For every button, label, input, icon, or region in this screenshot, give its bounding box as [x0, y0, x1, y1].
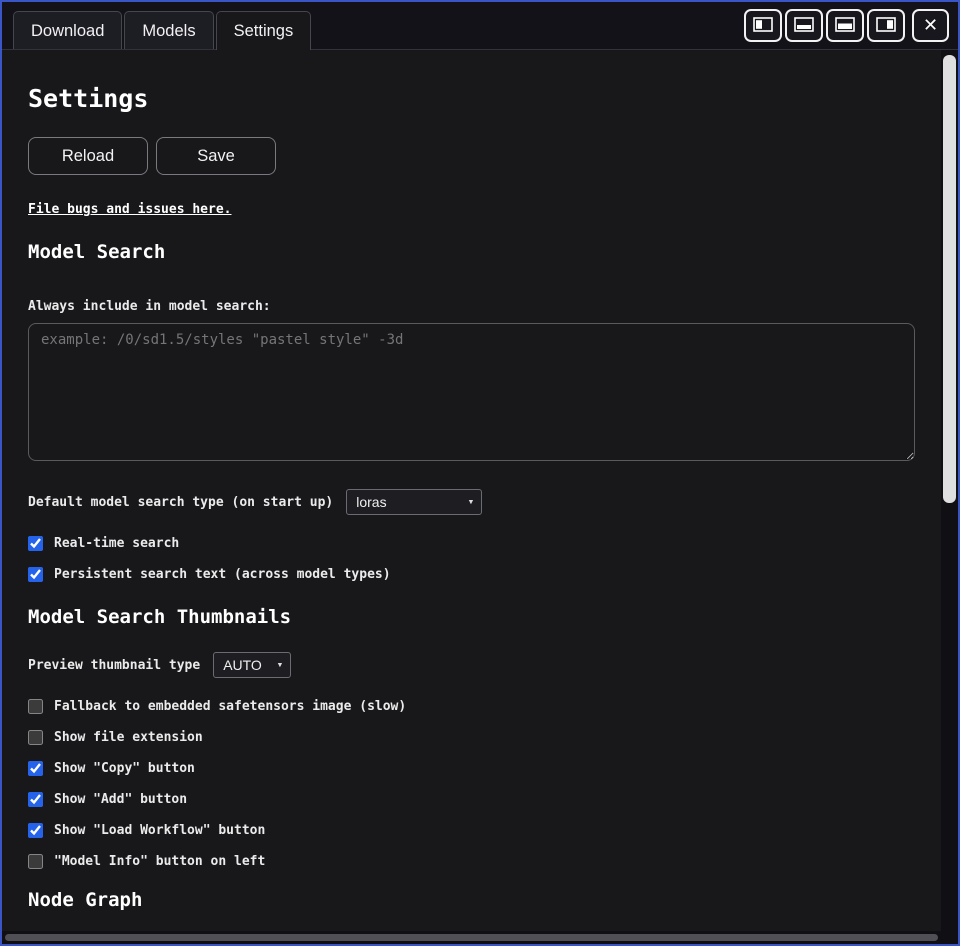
- fallback-safetensors-label: Fallback to embedded safetensors image (…: [54, 699, 406, 714]
- tab-bar: Download Models Settings: [2, 2, 311, 49]
- vertical-scrollbar[interactable]: [941, 50, 958, 931]
- preview-thumbnail-type-label: Preview thumbnail type: [28, 658, 200, 673]
- bugs-link[interactable]: File bugs and issues here.: [28, 202, 232, 217]
- section-model-search-thumbnails: Model Search Thumbnails: [28, 606, 915, 628]
- close-button[interactable]: ✕: [912, 9, 949, 42]
- show-load-workflow-label: Show "Load Workflow" button: [54, 823, 265, 838]
- always-include-label: Always include in model search:: [28, 299, 915, 314]
- model-info-left-label: "Model Info" button on left: [54, 854, 265, 869]
- window-controls: ✕: [744, 2, 958, 49]
- show-add-button-label: Show "Add" button: [54, 792, 187, 807]
- action-buttons: Reload Save: [28, 137, 915, 175]
- dock-left-icon: [753, 17, 773, 35]
- section-model-search: Model Search: [28, 241, 915, 263]
- show-copy-button-label: Show "Copy" button: [54, 761, 195, 776]
- close-icon: ✕: [923, 15, 938, 36]
- horizontal-scrollbar-thumb[interactable]: [5, 934, 938, 941]
- dock-left-button[interactable]: [744, 9, 782, 42]
- vertical-scrollbar-thumb[interactable]: [943, 55, 956, 503]
- default-search-type-label: Default model search type (on start up): [28, 495, 333, 510]
- dock-bottom-button[interactable]: [785, 9, 823, 42]
- model-info-left-row[interactable]: "Model Info" button on left: [28, 854, 265, 869]
- preview-thumbnail-type-select-wrap: AUTO ▾: [213, 652, 291, 678]
- settings-panel: Settings Reload Save File bugs and issue…: [2, 50, 941, 931]
- fallback-safetensors-checkbox[interactable]: [28, 699, 43, 714]
- show-copy-button-checkbox[interactable]: [28, 761, 43, 776]
- show-copy-button-row[interactable]: Show "Copy" button: [28, 761, 195, 776]
- dock-bottom-icon: [794, 17, 814, 35]
- show-file-extension-label: Show file extension: [54, 730, 203, 745]
- persistent-search-row[interactable]: Persistent search text (across model typ…: [28, 567, 391, 582]
- persistent-search-checkbox[interactable]: [28, 567, 43, 582]
- default-search-type-select-wrap: loras ▾: [346, 489, 482, 515]
- realtime-search-row[interactable]: Real-time search: [28, 536, 179, 551]
- tab-settings[interactable]: Settings: [216, 11, 312, 50]
- show-file-extension-checkbox[interactable]: [28, 730, 43, 745]
- horizontal-scrollbar[interactable]: [2, 931, 941, 944]
- default-search-type-select[interactable]: loras: [346, 489, 482, 515]
- section-node-graph: Node Graph: [28, 889, 915, 911]
- show-add-button-row[interactable]: Show "Add" button: [28, 792, 187, 807]
- show-load-workflow-row[interactable]: Show "Load Workflow" button: [28, 823, 265, 838]
- show-load-workflow-checkbox[interactable]: [28, 823, 43, 838]
- fallback-safetensors-row[interactable]: Fallback to embedded safetensors image (…: [28, 699, 406, 714]
- save-button[interactable]: Save: [156, 137, 276, 175]
- preview-thumbnail-type-select[interactable]: AUTO: [213, 652, 291, 678]
- tab-download[interactable]: Download: [13, 11, 122, 49]
- realtime-search-label: Real-time search: [54, 536, 179, 551]
- dock-right-button[interactable]: [867, 9, 905, 42]
- show-file-extension-row[interactable]: Show file extension: [28, 730, 203, 745]
- show-add-button-checkbox[interactable]: [28, 792, 43, 807]
- page-title: Settings: [28, 84, 915, 113]
- scrollbar-corner: [941, 931, 958, 944]
- always-include-textarea[interactable]: [28, 323, 915, 461]
- preview-thumbnail-type-row: Preview thumbnail type AUTO ▾: [28, 652, 915, 678]
- persistent-search-label: Persistent search text (across model typ…: [54, 567, 391, 582]
- default-search-type-row: Default model search type (on start up) …: [28, 489, 915, 515]
- dock-panel-bottom-icon: [835, 17, 855, 35]
- topbar: Download Models Settings: [2, 2, 958, 50]
- model-manager-window: Download Models Settings: [0, 0, 960, 946]
- reload-button[interactable]: Reload: [28, 137, 148, 175]
- dock-right-icon: [876, 17, 896, 35]
- tab-models[interactable]: Models: [124, 11, 213, 49]
- model-info-left-checkbox[interactable]: [28, 854, 43, 869]
- dock-panel-bottom-button[interactable]: [826, 9, 864, 42]
- realtime-search-checkbox[interactable]: [28, 536, 43, 551]
